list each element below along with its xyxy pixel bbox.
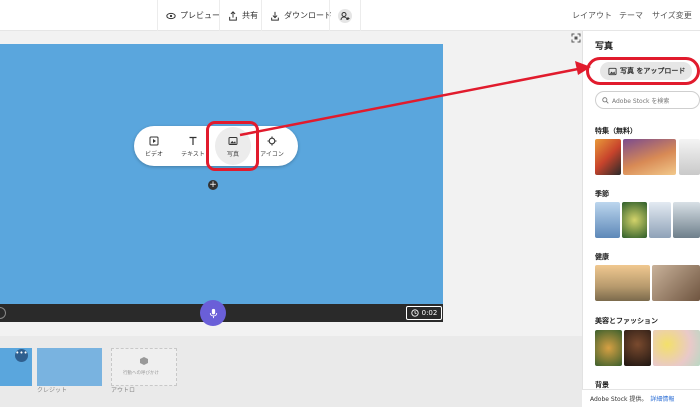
slide-canvas[interactable] xyxy=(0,44,443,304)
search-icon xyxy=(602,96,609,104)
record-voice-button[interactable] xyxy=(200,300,226,326)
learn-more-link[interactable]: 詳細情報 xyxy=(650,394,674,403)
stock-photo[interactable] xyxy=(653,330,700,366)
microphone-icon xyxy=(209,308,217,318)
duration-button[interactable]: 0:02 xyxy=(406,306,442,320)
duration-label: 0:02 xyxy=(421,309,438,317)
text-icon xyxy=(189,136,197,145)
scene-thumbnail-outro[interactable] xyxy=(111,348,177,386)
panel-footer: Adobe Stock 提供。 詳細情報 xyxy=(582,389,700,407)
share-button[interactable]: 共有 xyxy=(219,0,266,31)
stock-photo[interactable] xyxy=(679,139,700,175)
insert-video-label: ビデオ xyxy=(144,151,163,158)
share-icon xyxy=(229,10,237,21)
stock-photo[interactable] xyxy=(624,330,651,366)
stock-photo[interactable] xyxy=(595,139,621,175)
insert-text-label: テキスト xyxy=(181,151,205,158)
stock-photo[interactable] xyxy=(595,330,622,366)
add-person-icon xyxy=(338,8,352,23)
search-placeholder: Adobe Stock を検索 xyxy=(612,97,670,105)
stock-photo[interactable] xyxy=(595,202,620,238)
theme-link[interactable]: テーマ xyxy=(619,0,643,31)
preview-button[interactable]: プレビュー xyxy=(157,0,228,31)
stock-photo[interactable] xyxy=(652,265,700,301)
section-featured: 特集（無料） xyxy=(595,127,637,135)
layout-link[interactable]: レイアウト xyxy=(572,0,612,31)
section-seasons: 季節 xyxy=(595,190,609,198)
stock-search-input[interactable]: Adobe Stock を検索 xyxy=(595,91,700,109)
collaborator-button[interactable] xyxy=(329,0,361,31)
download-icon xyxy=(271,11,279,21)
section-health: 健康 xyxy=(595,253,609,261)
stock-photo[interactable] xyxy=(595,265,650,301)
download-label: ダウンロード xyxy=(284,11,332,20)
insert-icon-label: アイコン xyxy=(260,151,284,158)
preview-label: プレビュー xyxy=(180,11,220,20)
insert-video-button[interactable]: ビデオ xyxy=(136,136,172,162)
stock-photo[interactable] xyxy=(623,139,676,175)
panel-title: 写真 xyxy=(595,42,614,52)
outro-label: アウトロ xyxy=(111,387,136,394)
stock-photo[interactable] xyxy=(673,202,700,238)
upload-highlight-box xyxy=(586,57,700,85)
section-beauty-fashion: 美容とファッション xyxy=(595,317,658,325)
fullscreen-icon[interactable] xyxy=(571,33,581,43)
photo-highlight-box xyxy=(206,121,259,171)
outro-cube-icon xyxy=(140,357,148,365)
clock-icon xyxy=(410,309,419,317)
eye-icon xyxy=(166,12,176,19)
add-element-button[interactable]: + xyxy=(208,180,218,190)
stock-photo[interactable] xyxy=(622,202,647,238)
resize-link[interactable]: サイズ変更 xyxy=(652,0,692,31)
more-options-icon[interactable]: ••• xyxy=(15,349,28,362)
credit-label: クレジット xyxy=(37,387,68,394)
footer-text: Adobe Stock 提供。 xyxy=(590,396,648,403)
icon-shape-icon xyxy=(267,136,277,146)
scene-thumbnail-credit[interactable] xyxy=(37,348,102,386)
share-label: 共有 xyxy=(242,11,258,20)
insert-icon-button[interactable]: アイコン xyxy=(254,136,290,162)
stock-photo[interactable] xyxy=(649,202,671,238)
outro-placeholder: 行動への呼びかけ xyxy=(123,371,159,376)
video-icon xyxy=(149,136,159,146)
